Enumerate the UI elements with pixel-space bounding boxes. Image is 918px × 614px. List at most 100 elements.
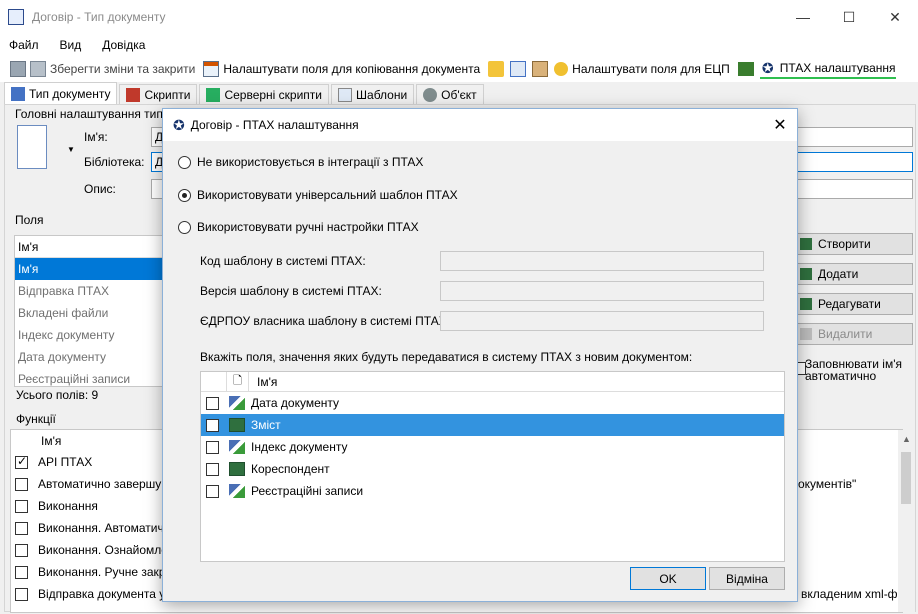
folder-icon[interactable] — [488, 61, 505, 77]
ptah-logo-icon: ✪ — [761, 59, 774, 76]
template-version-input[interactable] — [440, 281, 764, 301]
function-checkbox[interactable] — [15, 565, 28, 579]
link-field-icon — [229, 396, 245, 410]
list-item[interactable]: Вкладені файли — [15, 302, 163, 324]
row-checkbox[interactable] — [206, 418, 219, 432]
function-description-text: вкладеним xml-ф... — [801, 587, 908, 601]
grid-header-name[interactable]: Ім'я — [257, 375, 277, 389]
function-checkbox[interactable] — [15, 477, 28, 491]
list-item[interactable]: Виконання. Ознайомлен — [15, 539, 175, 561]
app-icon — [8, 9, 24, 25]
document-column-icon[interactable]: 🗋 — [227, 371, 249, 392]
tab-label: Об'єкт — [441, 87, 477, 102]
list-item[interactable]: Автоматично завершуват — [15, 473, 179, 495]
image-dropdown-icon[interactable]: ▼ — [67, 145, 75, 154]
tab-templates[interactable]: Шаблони — [331, 84, 415, 104]
tab-label: Скрипти — [144, 87, 191, 102]
scroll-up-icon[interactable]: ▲ — [902, 434, 911, 444]
save-close-button[interactable]: Зберегти зміни та закрити — [30, 61, 195, 77]
key-icon — [554, 62, 569, 76]
list-item[interactable]: Реєстраційні записи — [15, 368, 163, 390]
edit-button[interactable]: Редагувати — [793, 293, 913, 315]
tab-scripts[interactable]: Скрипти — [119, 84, 198, 104]
function-label: Виконання. Автоматичне — [38, 521, 178, 535]
radio-dot[interactable] — [178, 155, 191, 169]
list-item[interactable]: Виконання — [15, 495, 98, 517]
template-version-label: Версія шаблону в системі ПТАХ: — [200, 284, 382, 298]
list-item[interactable]: Ім'я — [15, 258, 163, 280]
functions-scrollbar[interactable]: ▲ — [898, 430, 915, 612]
list-item[interactable]: Дата документу — [15, 346, 163, 368]
function-checkbox[interactable] — [15, 499, 28, 513]
table-row[interactable]: Дата документу — [201, 392, 784, 414]
radio-manual-settings[interactable]: Використовувати ручні настройки ПТАХ — [178, 220, 419, 234]
functions-group-label: Функції — [16, 412, 56, 426]
toolbar: Зберегти зміни та закрити Налаштувати по… — [0, 56, 918, 82]
row-checkbox[interactable] — [206, 484, 219, 498]
text-field-icon — [229, 462, 245, 476]
row-label: Реєстраційні записи — [251, 484, 364, 498]
table-row[interactable]: Кореспондент — [201, 458, 784, 480]
ecp-fields-button[interactable]: Налаштувати поля для ЕЦП — [554, 62, 730, 76]
row-checkbox[interactable] — [206, 440, 219, 454]
template-code-input[interactable] — [440, 251, 764, 271]
function-checkbox[interactable] — [15, 543, 28, 557]
package-icon[interactable] — [532, 61, 549, 77]
menu-file[interactable]: Файл — [9, 38, 39, 52]
fields-list-header[interactable]: Ім'я — [15, 236, 163, 258]
list-item[interactable]: Відправка документа у в — [15, 583, 175, 605]
radio-dot[interactable] — [178, 188, 191, 202]
function-checkbox[interactable] — [15, 587, 28, 601]
function-checkbox[interactable] — [15, 521, 28, 535]
template-owner-input[interactable] — [440, 311, 764, 331]
list-item[interactable]: API ПТАХ — [15, 451, 92, 473]
row-checkbox[interactable] — [206, 462, 219, 476]
flag-icon[interactable] — [737, 62, 754, 76]
list-item[interactable]: Виконання. Ручне закрит — [15, 561, 178, 583]
save-icon[interactable] — [10, 61, 26, 77]
tab-server-scripts[interactable]: Серверні скрипти — [199, 84, 330, 104]
fields-list[interactable]: Ім'я Ім'я Відправка ПТАХ Вкладені файли … — [14, 235, 164, 387]
radio-not-used[interactable]: Не використовується в інтеграції з ПТАХ — [178, 155, 423, 169]
server-scripts-icon — [206, 87, 221, 102]
minimize-button[interactable]: — — [780, 0, 826, 34]
table-row[interactable]: Зміст — [201, 414, 784, 436]
maximize-button[interactable]: ☐ — [826, 0, 872, 34]
delete-button[interactable]: Видалити — [793, 323, 913, 345]
table-row[interactable]: Індекс документу — [201, 436, 784, 458]
cancel-button[interactable]: Відміна — [709, 567, 785, 590]
tab-strip: Тип документу Скрипти Серверні скрипти Ш… — [0, 82, 918, 104]
create-label: Створити — [818, 237, 871, 251]
ptah-fields-grid[interactable]: 🗋 Ім'я Дата документу Зміст Індекс докум… — [200, 371, 785, 562]
close-window-button[interactable]: ✕ — [872, 0, 918, 34]
menu-bar: Файл Вид Довідка — [0, 34, 918, 56]
text-field-icon — [229, 418, 245, 432]
menu-view[interactable]: Вид — [60, 38, 82, 52]
ok-button[interactable]: OK — [630, 567, 706, 590]
dialog-close-button[interactable]: ✕ — [763, 109, 797, 141]
tab-label: Тип документу — [29, 86, 111, 101]
radio-label: Не використовується в інтеграції з ПТАХ — [197, 155, 424, 169]
table-row[interactable]: Реєстраційні записи — [201, 480, 784, 502]
list-item[interactable]: Відправка ПТАХ — [15, 280, 163, 302]
copy-fields-button[interactable]: Налаштувати поля для копіювання документ… — [203, 61, 480, 77]
add-button[interactable]: Додати — [793, 263, 913, 285]
list-item[interactable]: Виконання. Автоматичне — [15, 517, 177, 539]
create-button[interactable]: Створити — [793, 233, 913, 255]
list-item[interactable]: Індекс документу — [15, 324, 163, 346]
tab-object[interactable]: Об'єкт — [416, 84, 484, 104]
functions-list-header[interactable]: Ім'я — [41, 430, 61, 452]
radio-universal-template[interactable]: Використовувати універсальний шаблон ПТА… — [178, 188, 458, 202]
grid-header-check-column[interactable] — [201, 371, 227, 392]
radio-dot[interactable] — [178, 220, 191, 234]
menu-help[interactable]: Довідка — [102, 38, 145, 52]
function-checkbox[interactable] — [15, 454, 28, 469]
row-checkbox[interactable] — [206, 396, 219, 410]
scrollbar-thumb[interactable] — [901, 452, 911, 504]
grid-header: 🗋 Ім'я — [201, 371, 784, 392]
document-type-image-icon[interactable] — [17, 125, 47, 169]
tab-document-type[interactable]: Тип документу — [4, 82, 118, 104]
delete-icon — [800, 328, 812, 340]
calendar-icon[interactable] — [510, 61, 527, 77]
ptah-settings-button[interactable]: ✪ ПТАХ налаштування — [759, 59, 896, 79]
